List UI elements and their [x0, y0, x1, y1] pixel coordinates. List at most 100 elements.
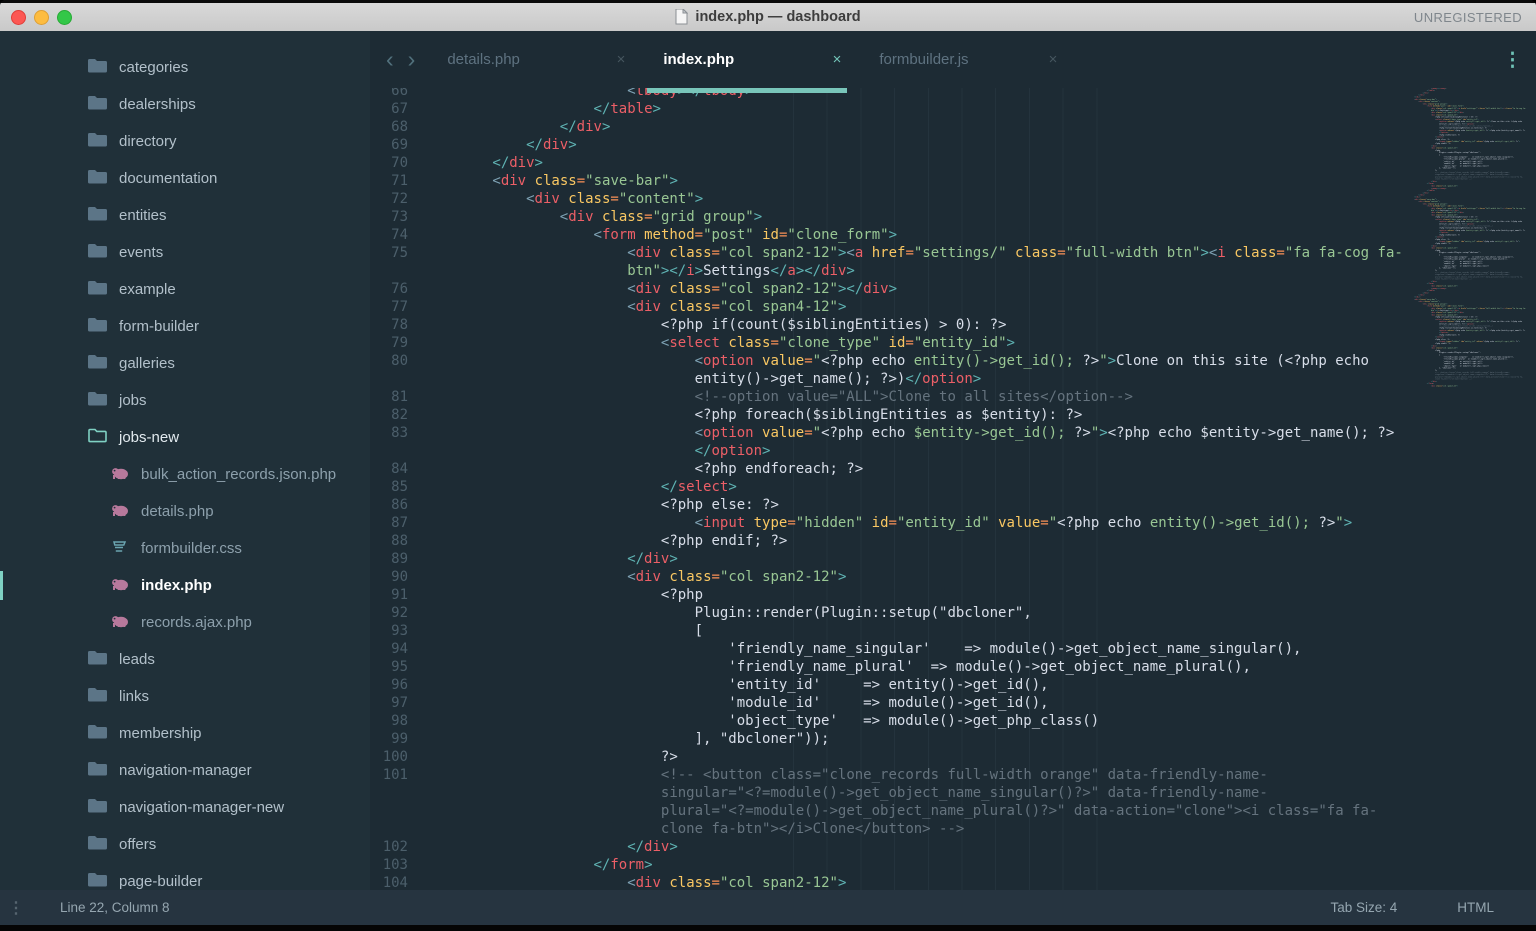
folder-icon [88, 206, 107, 225]
code-line-94[interactable]: 94'friendly_name_singular' => module()->… [370, 640, 1536, 658]
code-line-67[interactable]: 67</table> [370, 100, 1536, 118]
code-line-70[interactable]: 70</div> [370, 154, 1536, 172]
code-line-76[interactable]: 76<div class="col span2-12"></div> [370, 280, 1536, 298]
sidebar-item-directory[interactable]: directory [0, 123, 370, 160]
tab-close-icon[interactable]: × [1049, 51, 1058, 68]
code-line-69[interactable]: 69</div> [370, 136, 1536, 154]
code-line-84[interactable]: 84<?php endforeach; ?> [370, 460, 1536, 478]
sidebar-item-offers[interactable]: offers [0, 826, 370, 863]
folder-icon [88, 835, 107, 854]
code-line-93[interactable]: 93[ [370, 622, 1536, 640]
code-line-95[interactable]: 95'friendly_name_plural' => module()->ge… [370, 658, 1536, 676]
code-line-74[interactable]: 74<form method="post" id="clone_form"> [370, 226, 1536, 244]
sidebar-item-jobs-new[interactable]: jobs-new [0, 419, 370, 456]
line-number: 89 [370, 550, 417, 568]
code-line-68[interactable]: 68</div> [370, 118, 1536, 136]
tab-overflow-menu[interactable]: ⋮ [1503, 49, 1522, 72]
code-line-79[interactable]: 79<select class="clone_type" id="entity_… [370, 334, 1536, 352]
sidebar-item-membership[interactable]: membership [0, 715, 370, 752]
history-back-button[interactable]: ‹ [386, 48, 394, 71]
sidebar-item-label: dealerships [119, 96, 196, 113]
code-line-87[interactable]: 87<input type="hidden" id="entity_id" va… [370, 514, 1536, 532]
code-line-103[interactable]: 103</form> [370, 856, 1536, 874]
sidebar-item-navigation-manager-new[interactable]: navigation-manager-new [0, 789, 370, 826]
code-line-97[interactable]: 97'module_id' => module()->get_id(), [370, 694, 1536, 712]
sidebar-item-jobs[interactable]: jobs [0, 382, 370, 419]
code-line-wrap[interactable]: entity()->get_name(); ?>)</option> [370, 370, 1536, 388]
sidebar-item-form-builder[interactable]: form-builder [0, 308, 370, 345]
folder-icon [88, 391, 107, 410]
code-line-104[interactable]: 104<div class="col span2-12"> [370, 874, 1536, 890]
code-line-wrap[interactable]: singular="<?=module()->get_object_name_s… [370, 784, 1536, 802]
folder-open-icon [88, 428, 107, 447]
line-number: 85 [370, 478, 417, 496]
code-line-92[interactable]: 92Plugin::render(Plugin::setup("dbcloner… [370, 604, 1536, 622]
sidebar-item-formbuilder-css[interactable]: formbuilder.css [0, 530, 370, 567]
code-text: clone fa-btn"></i>Clone</button> --> [417, 820, 964, 838]
sidebar-item-index-php[interactable]: index.php [0, 567, 370, 604]
sidebar-item-bulk-action-records-json-php[interactable]: bulk_action_records.json.php [0, 456, 370, 493]
code-line-82[interactable]: 82<?php foreach($siblingEntities as $ent… [370, 406, 1536, 424]
tab-size-indicator[interactable]: Tab Size: 4 [1330, 900, 1397, 915]
code-line-72[interactable]: 72<div class="content"> [370, 190, 1536, 208]
code-line-102[interactable]: 102</div> [370, 838, 1536, 856]
sidebar-item-records-ajax-php[interactable]: records.ajax.php [0, 604, 370, 641]
code-line-80[interactable]: 80<option value="<?php echo entity()->ge… [370, 352, 1536, 370]
code-line-85[interactable]: 85</select> [370, 478, 1536, 496]
tab-index-php[interactable]: index.php× [643, 31, 859, 88]
sidebar-item-navigation-manager[interactable]: navigation-manager [0, 752, 370, 789]
line-number: 97 [370, 694, 417, 712]
code-line-73[interactable]: 73<div class="grid group"> [370, 208, 1536, 226]
code-line-83[interactable]: 83<option value="<?php echo $entity->get… [370, 424, 1536, 442]
code-text: ], "dbcloner")); [417, 730, 829, 748]
code-line-78[interactable]: 78<?php if(count($siblingEntities) > 0):… [370, 316, 1536, 334]
history-forward-button[interactable]: › [408, 48, 416, 71]
minimize-window-button[interactable] [34, 10, 49, 25]
tab-details-php[interactable]: details.php× [427, 31, 643, 88]
code-editor[interactable]: 66<tbody></tbody>67</table>68</div>69</d… [370, 88, 1536, 890]
tab-close-icon[interactable]: × [617, 51, 626, 68]
code-line-wrap[interactable]: plural="<?=module()->get_object_name_plu… [370, 802, 1536, 820]
title-bar[interactable]: index.php — dashboard UNREGISTERED [0, 3, 1536, 32]
sidebar-item-links[interactable]: links [0, 678, 370, 715]
sidebar-item-page-builder[interactable]: page-builder [0, 863, 370, 890]
code-line-88[interactable]: 88<?php endif; ?> [370, 532, 1536, 550]
code-line-101[interactable]: 101<!-- <button class="clone_records ful… [370, 766, 1536, 784]
close-window-button[interactable] [11, 10, 26, 25]
code-line-98[interactable]: 98'object_type' => module()->get_php_cla… [370, 712, 1536, 730]
code-line-90[interactable]: 90<div class="col span2-12"> [370, 568, 1536, 586]
code-line-71[interactable]: 71<div class="save-bar"> [370, 172, 1536, 190]
file-tree: categories dealerships directorydocumentat… [0, 31, 370, 890]
sidebar-item-events[interactable]: events [0, 234, 370, 271]
code-line-91[interactable]: 91<?php [370, 586, 1536, 604]
code-line-100[interactable]: 100?> [370, 748, 1536, 766]
tab-formbuilder-js[interactable]: formbuilder.js× [859, 31, 1075, 88]
code-line-86[interactable]: 86<?php else: ?> [370, 496, 1536, 514]
code-line-wrap[interactable]: </option> [370, 442, 1536, 460]
code-line-81[interactable]: 81<!--option value="ALL">Clone to all si… [370, 388, 1536, 406]
minimap[interactable]: 66<tbody></tbody>67</table>68</div>69</d… [1405, 88, 1536, 390]
code-line-wrap[interactable]: btn"></i>Settings</a></div> [370, 262, 1536, 280]
sidebar-item-details-php[interactable]: details.php [0, 493, 370, 530]
code-line-66[interactable]: 66<tbody></tbody> [370, 88, 1536, 100]
code-line-77[interactable]: 77<div class="col span4-12"> [370, 298, 1536, 316]
sidebar-item-documentation[interactable]: documentation [0, 160, 370, 197]
code-text: <div class="col span4-12"> [417, 298, 846, 316]
zoom-window-button[interactable] [57, 10, 72, 25]
sidebar[interactable]: categories dealerships directorydocumentat… [0, 31, 370, 890]
sidebar-item-entities[interactable]: entities [0, 197, 370, 234]
sidebar-item-dealerships[interactable]: dealerships [0, 86, 370, 123]
sidebar-item-categories[interactable]: categories [0, 49, 370, 86]
code-line-99[interactable]: 99], "dbcloner")); [370, 730, 1536, 748]
code-line-96[interactable]: 96'entity_id' => entity()->get_id(), [370, 676, 1536, 694]
tab-close-icon[interactable]: × [833, 51, 842, 68]
code-line-89[interactable]: 89</div> [370, 550, 1536, 568]
code-line-wrap[interactable]: clone fa-btn"></i>Clone</button> --> [370, 820, 1536, 838]
sidebar-item-example[interactable]: example [0, 271, 370, 308]
code-text: <div class="col span2-12"> [417, 568, 846, 586]
sidebar-item-leads[interactable]: leads [0, 641, 370, 678]
code-line-75[interactable]: 75<div class="col span2-12"><a href="set… [370, 244, 1536, 262]
sidebar-item-galleries[interactable]: galleries [0, 345, 370, 382]
status-menu-icon[interactable]: ⋮ [8, 898, 24, 918]
syntax-indicator[interactable]: HTML [1457, 900, 1494, 915]
